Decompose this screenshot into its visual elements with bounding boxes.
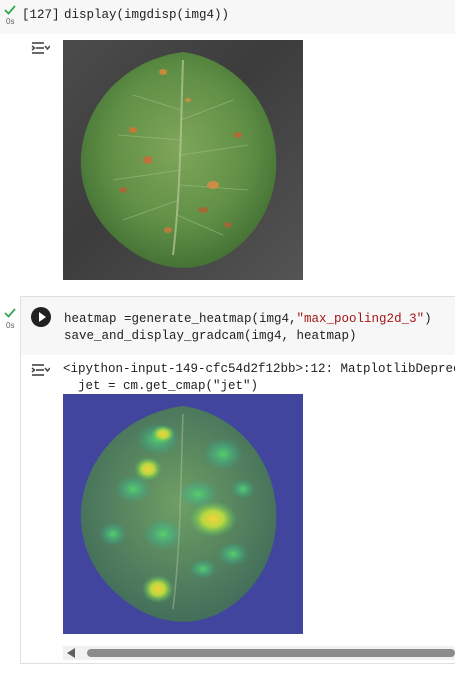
- output-toggle-icon[interactable]: [30, 362, 50, 378]
- code-cell-1[interactable]: 0s [127] display(imgdisp(img4)): [0, 0, 455, 34]
- gradcam-heatmap-image: [63, 394, 303, 634]
- scrollbar-thumb[interactable]: [87, 649, 455, 657]
- code-cell-2[interactable]: heatmap =generate_heatmap(img4,"max_pool…: [20, 296, 455, 355]
- code-line-2[interactable]: save_and_display_gradcam(img4, heatmap): [64, 328, 357, 345]
- warning-line-1: <ipython-input-149-cfc54d2f12bb>:12: Mat…: [63, 362, 455, 376]
- execution-time: 0s: [6, 17, 15, 26]
- horizontal-scrollbar[interactable]: [63, 646, 455, 660]
- code-line-1[interactable]: heatmap =generate_heatmap(img4,"max_pool…: [64, 311, 432, 328]
- warning-output: <ipython-input-149-cfc54d2f12bb>:12: Mat…: [63, 361, 455, 395]
- output-toggle-icon[interactable]: [30, 40, 50, 56]
- warning-line-2: jet = cm.get_cmap("jet"): [63, 379, 259, 393]
- play-icon[interactable]: [31, 307, 51, 327]
- execution-time: 0s: [6, 321, 15, 330]
- scroll-left-arrow-icon[interactable]: [67, 648, 75, 658]
- check-icon: [4, 5, 16, 15]
- leaf-image: [63, 40, 303, 280]
- code-line[interactable]: display(imgdisp(img4)): [64, 7, 229, 24]
- check-icon: [4, 308, 16, 318]
- execution-count: [127]: [22, 8, 60, 22]
